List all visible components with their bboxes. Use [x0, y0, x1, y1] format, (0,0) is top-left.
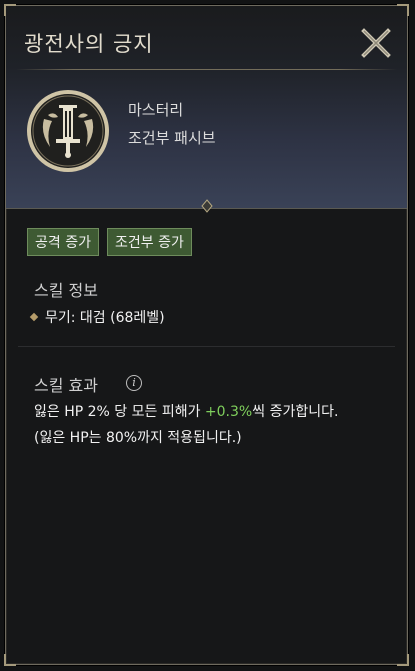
skill-tooltip-panel: 광전사의 긍지 마스터리 조건부 패시브 공격 증가 조건부 증가 스킬 정보 … — [4, 4, 409, 666]
effect-line-1: 잃은 HP 2% 당 모든 피해가 +0.3%씩 증가합니다. — [34, 401, 338, 421]
effect-line-1-prefix: 잃은 HP 2% 당 모든 피해가 — [34, 404, 205, 420]
close-button[interactable] — [359, 26, 393, 60]
tag-attack-increase[interactable]: 공격 증가 — [27, 228, 99, 256]
effect-line-1-suffix: 씩 증가합니다. — [252, 404, 339, 420]
skill-info-heading: 스킬 정보 — [34, 281, 98, 300]
close-icon — [361, 28, 391, 58]
tooltip-header: 광전사의 긍지 마스터리 조건부 패시브 — [6, 6, 407, 213]
bullet-diamond-icon — [29, 312, 39, 322]
title-divider — [16, 69, 397, 70]
info-icon[interactable]: i — [126, 375, 142, 391]
effect-bonus-value: +0.3% — [204, 404, 253, 420]
berserker-crest-icon — [26, 89, 110, 173]
weapon-requirement: 무기: 대검 (68레벨) — [45, 310, 165, 326]
skill-tag-list: 공격 증가 조건부 증가 — [27, 228, 192, 256]
frame-corner — [4, 654, 16, 666]
skill-effect-heading: 스킬 효과 — [34, 376, 98, 395]
skill-subtype-label: 조건부 패시브 — [128, 129, 216, 147]
skill-title: 광전사의 긍지 — [24, 32, 154, 56]
skill-type-label: 마스터리 — [128, 101, 184, 119]
divider-ornament-icon — [201, 199, 213, 213]
weapon-requirement-row: 무기: 대검 (68레벨) — [28, 307, 165, 327]
effect-line-2: (잃은 HP는 80%까지 적용됩니다.) — [34, 430, 242, 446]
frame-corner — [397, 654, 409, 666]
section-divider — [18, 346, 395, 347]
tag-conditional-increase[interactable]: 조건부 증가 — [106, 228, 192, 256]
